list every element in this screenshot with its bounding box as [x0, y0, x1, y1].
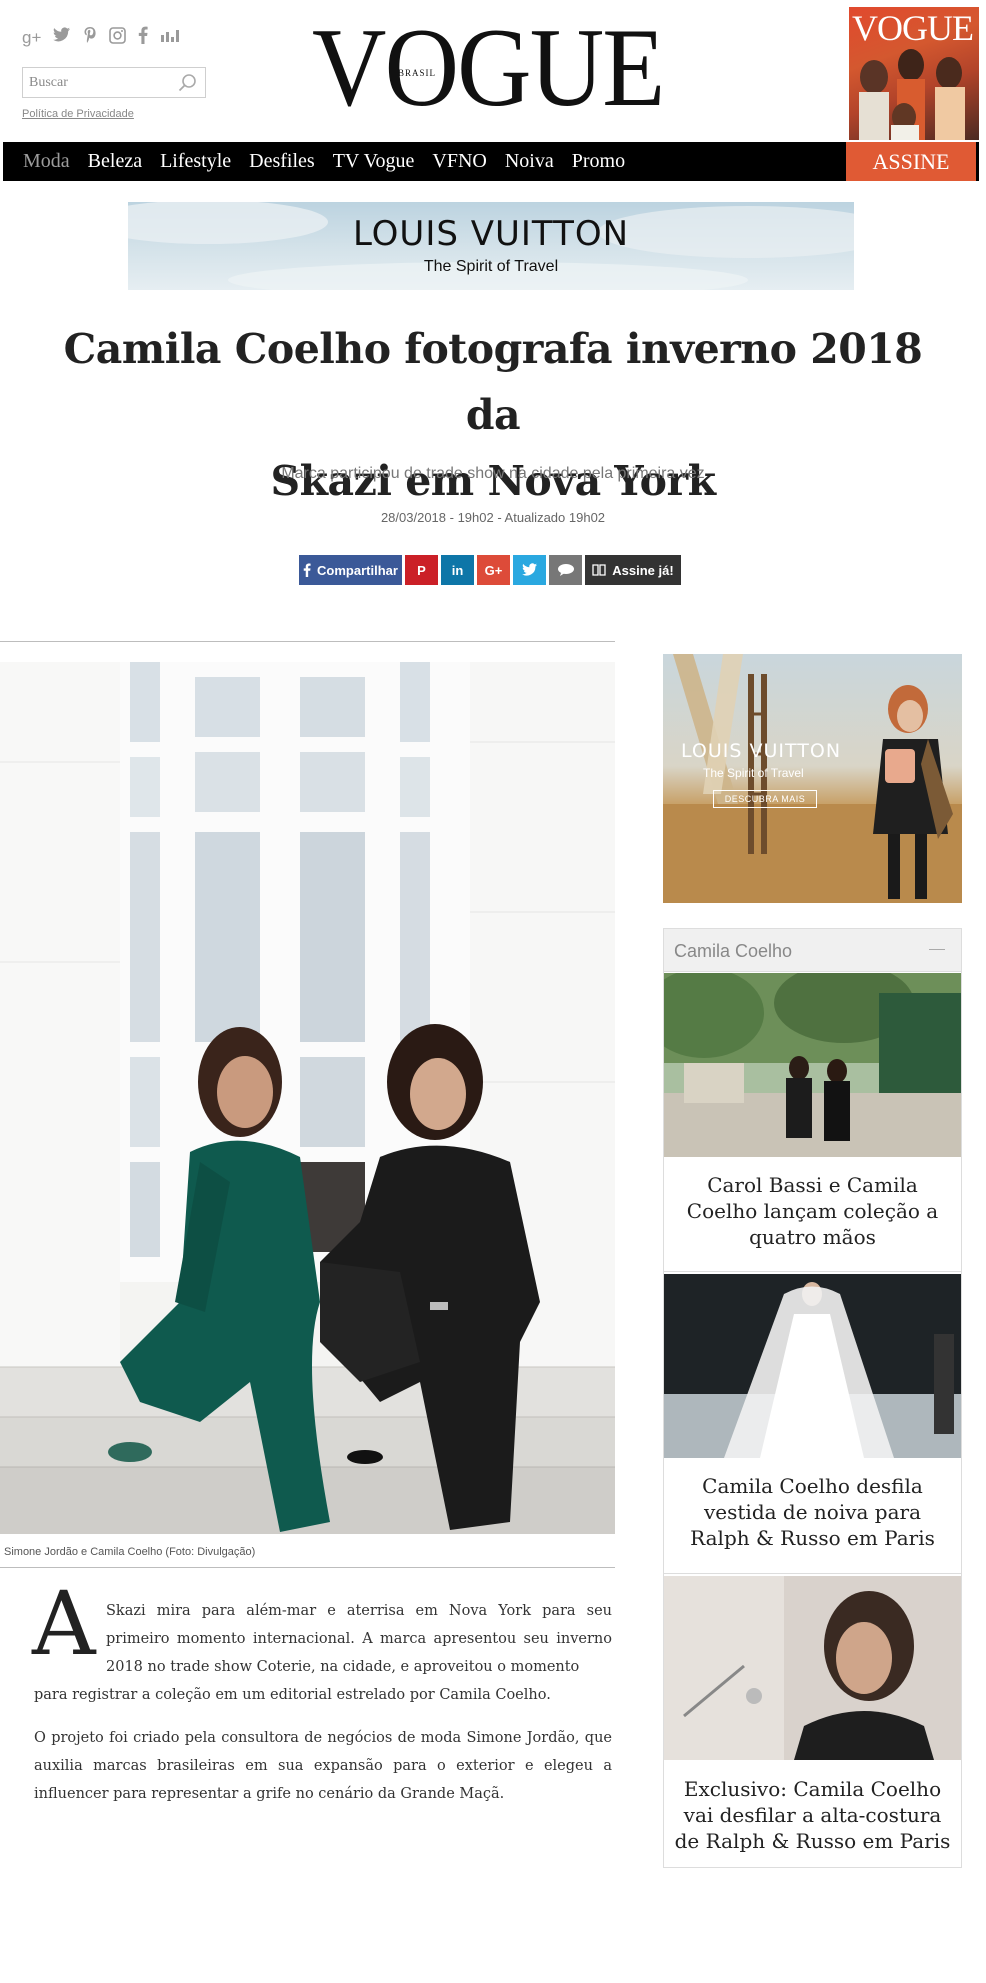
- book-icon: [592, 564, 606, 576]
- divider: [664, 1271, 961, 1272]
- banner-tagline: The Spirit of Travel: [423, 258, 559, 275]
- related-title-2[interactable]: Camila Coelho desfila vestida de noiva p…: [672, 1473, 953, 1551]
- linkedin-icon: in: [451, 562, 464, 578]
- cover-image: [859, 49, 965, 140]
- article-photo-art: [0, 662, 615, 1534]
- twitter-icon[interactable]: [53, 27, 71, 48]
- logo-region-label: BRASIL: [398, 68, 437, 78]
- facebook-icon: [303, 563, 311, 577]
- subscribe-share-button[interactable]: Assine já!: [585, 555, 681, 585]
- related-image-1[interactable]: [664, 973, 961, 1157]
- related-heading: Camila Coelho: [674, 941, 793, 961]
- subscribe-button[interactable]: ASSINE: [846, 142, 976, 181]
- related-header[interactable]: Camila Coelho: [663, 928, 962, 972]
- nav-item-tv-vogue[interactable]: TV Vogue: [333, 150, 415, 173]
- comments-icon: [557, 564, 574, 576]
- subscribe-share-label: Assine já!: [612, 562, 674, 578]
- sidebar-ad[interactable]: LOUIS VUITTON The Spirit of Travel DESCU…: [663, 654, 962, 903]
- nav-item-beleza[interactable]: Beleza: [88, 150, 142, 173]
- google-plus-icon[interactable]: g+: [22, 28, 41, 48]
- share-bar: Compartilhar P in G+ Assine já!: [299, 555, 681, 585]
- article-title-line-1: Camila Coelho fotografa inverno 2018 da: [63, 325, 923, 439]
- related-title-3[interactable]: Exclusivo: Camila Coelho vai desfilar a …: [672, 1776, 953, 1854]
- linkedin-share-button[interactable]: in: [441, 555, 474, 585]
- privacy-policy-link[interactable]: Política de Privacidade: [22, 108, 134, 120]
- pinterest-icon: P: [417, 562, 426, 578]
- facebook-icon[interactable]: [138, 26, 148, 49]
- facebook-share-button[interactable]: Compartilhar: [299, 555, 402, 585]
- twitter-icon: [521, 563, 537, 576]
- search-icon[interactable]: [177, 72, 199, 94]
- related-title-1[interactable]: Carol Bassi e Camila Coelho lançam coleç…: [672, 1172, 953, 1250]
- article-photo: [0, 662, 615, 1534]
- vogue-logo[interactable]: VOGUE: [312, 12, 665, 124]
- sidebar-ad-brand: LOUIS VUITTON: [681, 740, 842, 762]
- pinterest-icon[interactable]: [83, 26, 97, 49]
- nav-item-noiva[interactable]: Noiva: [505, 150, 554, 173]
- related-image-2-art: [664, 1274, 961, 1458]
- twitter-share-button[interactable]: [513, 555, 546, 585]
- banner-ad[interactable]: LOUIS VUITTON The Spirit of Travel: [128, 202, 854, 290]
- search-form: [22, 67, 206, 98]
- instagram-icon[interactable]: [109, 26, 127, 49]
- main-navigation: Moda Beleza Lifestyle Desfiles TV Vogue …: [3, 142, 979, 181]
- magazine-cover[interactable]: VOGUE: [849, 7, 979, 140]
- discover-more-button[interactable]: DESCUBRA MAIS: [713, 790, 817, 808]
- related-image-2[interactable]: [664, 1274, 961, 1458]
- article-paragraph-1-end: para registrar a coleção em um editorial…: [34, 1687, 551, 1703]
- article-dateline: 28/03/2018 - 19h02 - Atualizado 19h02: [380, 510, 606, 525]
- article-paragraph-1: Skazi mira para além-mar e aterrisa em N…: [106, 1603, 612, 1675]
- nav-item-promo[interactable]: Promo: [572, 150, 625, 173]
- article-subtitle: Marca participou de trade show na cidade…: [281, 465, 705, 482]
- social-links: g+: [22, 26, 182, 49]
- stats-icon[interactable]: [160, 28, 182, 48]
- nav-item-desfiles[interactable]: Desfiles: [249, 150, 315, 173]
- article-title: Camila Coelho fotografa inverno 2018 da …: [40, 316, 946, 514]
- drop-cap: A: [32, 1572, 96, 1675]
- banner-brand: LOUIS VUITTON: [352, 214, 630, 254]
- google-plus-icon: G+: [484, 562, 503, 578]
- facebook-share-label: Compartilhar: [317, 562, 398, 578]
- divider: [0, 641, 615, 642]
- nav-item-vfno[interactable]: VFNO: [432, 150, 486, 173]
- related-image-3-art: [664, 1576, 961, 1760]
- article-paragraph-2: O projeto foi criado pela consultora de …: [34, 1730, 612, 1802]
- pinterest-share-button[interactable]: P: [405, 555, 438, 585]
- googleplus-share-button[interactable]: G+: [477, 555, 510, 585]
- search-input[interactable]: [23, 68, 173, 97]
- comments-button[interactable]: [549, 555, 582, 585]
- nav-item-lifestyle[interactable]: Lifestyle: [160, 150, 231, 173]
- photo-caption: Simone Jordão e Camila Coelho (Foto: Div…: [4, 1546, 256, 1558]
- related-image-3[interactable]: [664, 1576, 961, 1760]
- divider: [664, 1573, 961, 1574]
- nav-item-moda[interactable]: Moda: [23, 150, 70, 173]
- collapse-icon[interactable]: [929, 949, 945, 950]
- related-image-1-art: [664, 973, 961, 1157]
- divider: [0, 1567, 615, 1568]
- sidebar-ad-tagline: The Spirit of Travel: [703, 766, 804, 780]
